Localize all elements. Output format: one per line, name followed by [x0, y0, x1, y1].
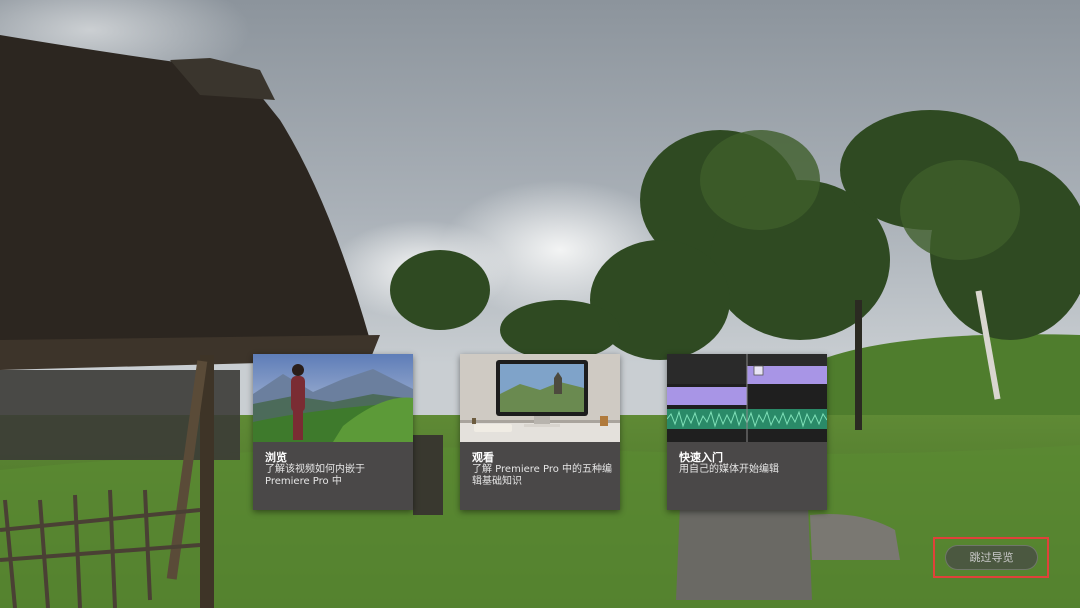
watch-card-description: 了解 Premiere Pro 中的五种编辑基础知识 — [472, 464, 613, 487]
tour-card-browse[interactable]: 浏览 了解该视频如何内嵌于 Premiere Pro 中 — [253, 354, 413, 510]
quick-start-thumbnail — [667, 354, 827, 442]
skip-tour-highlight: 跳过导览 — [933, 537, 1049, 578]
welcome-tour-screen: 浏览 了解该视频如何内嵌于 Premiere Pro 中 观看 了解 Premi… — [0, 0, 1080, 608]
tour-card-quick-start[interactable]: 快速入门 用自己的媒体开始编辑 — [667, 354, 827, 510]
watch-thumbnail — [460, 354, 620, 442]
tour-card-watch[interactable]: 观看 了解 Premiere Pro 中的五种编辑基础知识 — [460, 354, 620, 510]
quick-start-card-description: 用自己的媒体开始编辑 — [679, 464, 779, 475]
browse-card-description: 了解该视频如何内嵌于 Premiere Pro 中 — [265, 464, 365, 487]
browse-card-title: 浏览 — [265, 451, 287, 464]
watch-card-title: 观看 — [472, 451, 494, 464]
background-landscape-image — [0, 0, 1080, 608]
quick-start-card-title: 快速入门 — [679, 451, 723, 464]
browse-thumbnail — [253, 354, 413, 442]
skip-tour-button[interactable]: 跳过导览 — [945, 545, 1038, 570]
